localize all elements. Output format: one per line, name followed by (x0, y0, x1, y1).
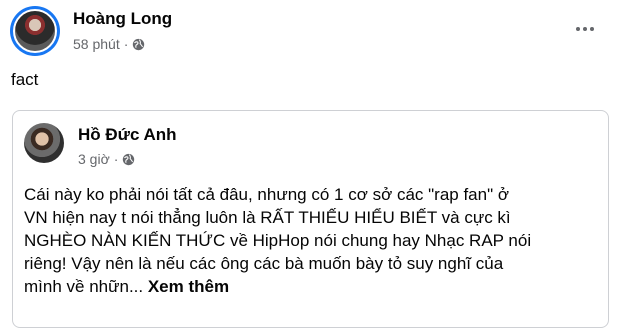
globe-icon[interactable] (122, 153, 135, 166)
body-line: VN hiện nay t nói thẳng luôn là RẤT THIẾ… (24, 208, 511, 227)
author-avatar[interactable] (10, 6, 60, 56)
shared-author-name[interactable]: Hồ Đức Anh (78, 125, 177, 145)
more-options-button[interactable] (570, 14, 600, 44)
dot-icon (583, 27, 587, 31)
post-meta: 58 phút · (73, 36, 145, 52)
meta-separator: · (113, 151, 119, 167)
body-line-last: mình về nhữn... Xem thêm (24, 275, 598, 298)
body-line: NGHÈO NÀN KIẾN THỨC về HipHop nói chung … (24, 231, 532, 250)
author-name[interactable]: Hoàng Long (73, 9, 172, 29)
see-more-link[interactable]: Xem thêm (148, 277, 229, 296)
avatar-image (13, 9, 57, 53)
post-text: fact (11, 70, 39, 89)
shared-post-card[interactable]: Hồ Đức Anh 3 giờ · Cái này ko phải nói t… (12, 110, 609, 328)
shared-post-time[interactable]: 3 giờ (78, 151, 110, 167)
shared-post-meta: 3 giờ · (78, 151, 135, 167)
shared-author-avatar[interactable] (24, 123, 64, 163)
body-line: riêng! Vậy nên là nếu các ông các bà muố… (24, 254, 504, 273)
globe-icon[interactable] (132, 38, 145, 51)
dot-icon (576, 27, 580, 31)
shared-post-body: Cái này ko phải nói tất cả đâu, nhưng có… (24, 183, 598, 298)
meta-separator: · (123, 36, 129, 52)
body-line: Cái này ko phải nói tất cả đâu, nhưng có… (24, 185, 509, 204)
post-header: Hoàng Long 58 phút · (10, 4, 610, 64)
dot-icon (590, 27, 594, 31)
post-time[interactable]: 58 phút (73, 36, 120, 52)
body-line: mình về nhữn... (24, 277, 148, 296)
